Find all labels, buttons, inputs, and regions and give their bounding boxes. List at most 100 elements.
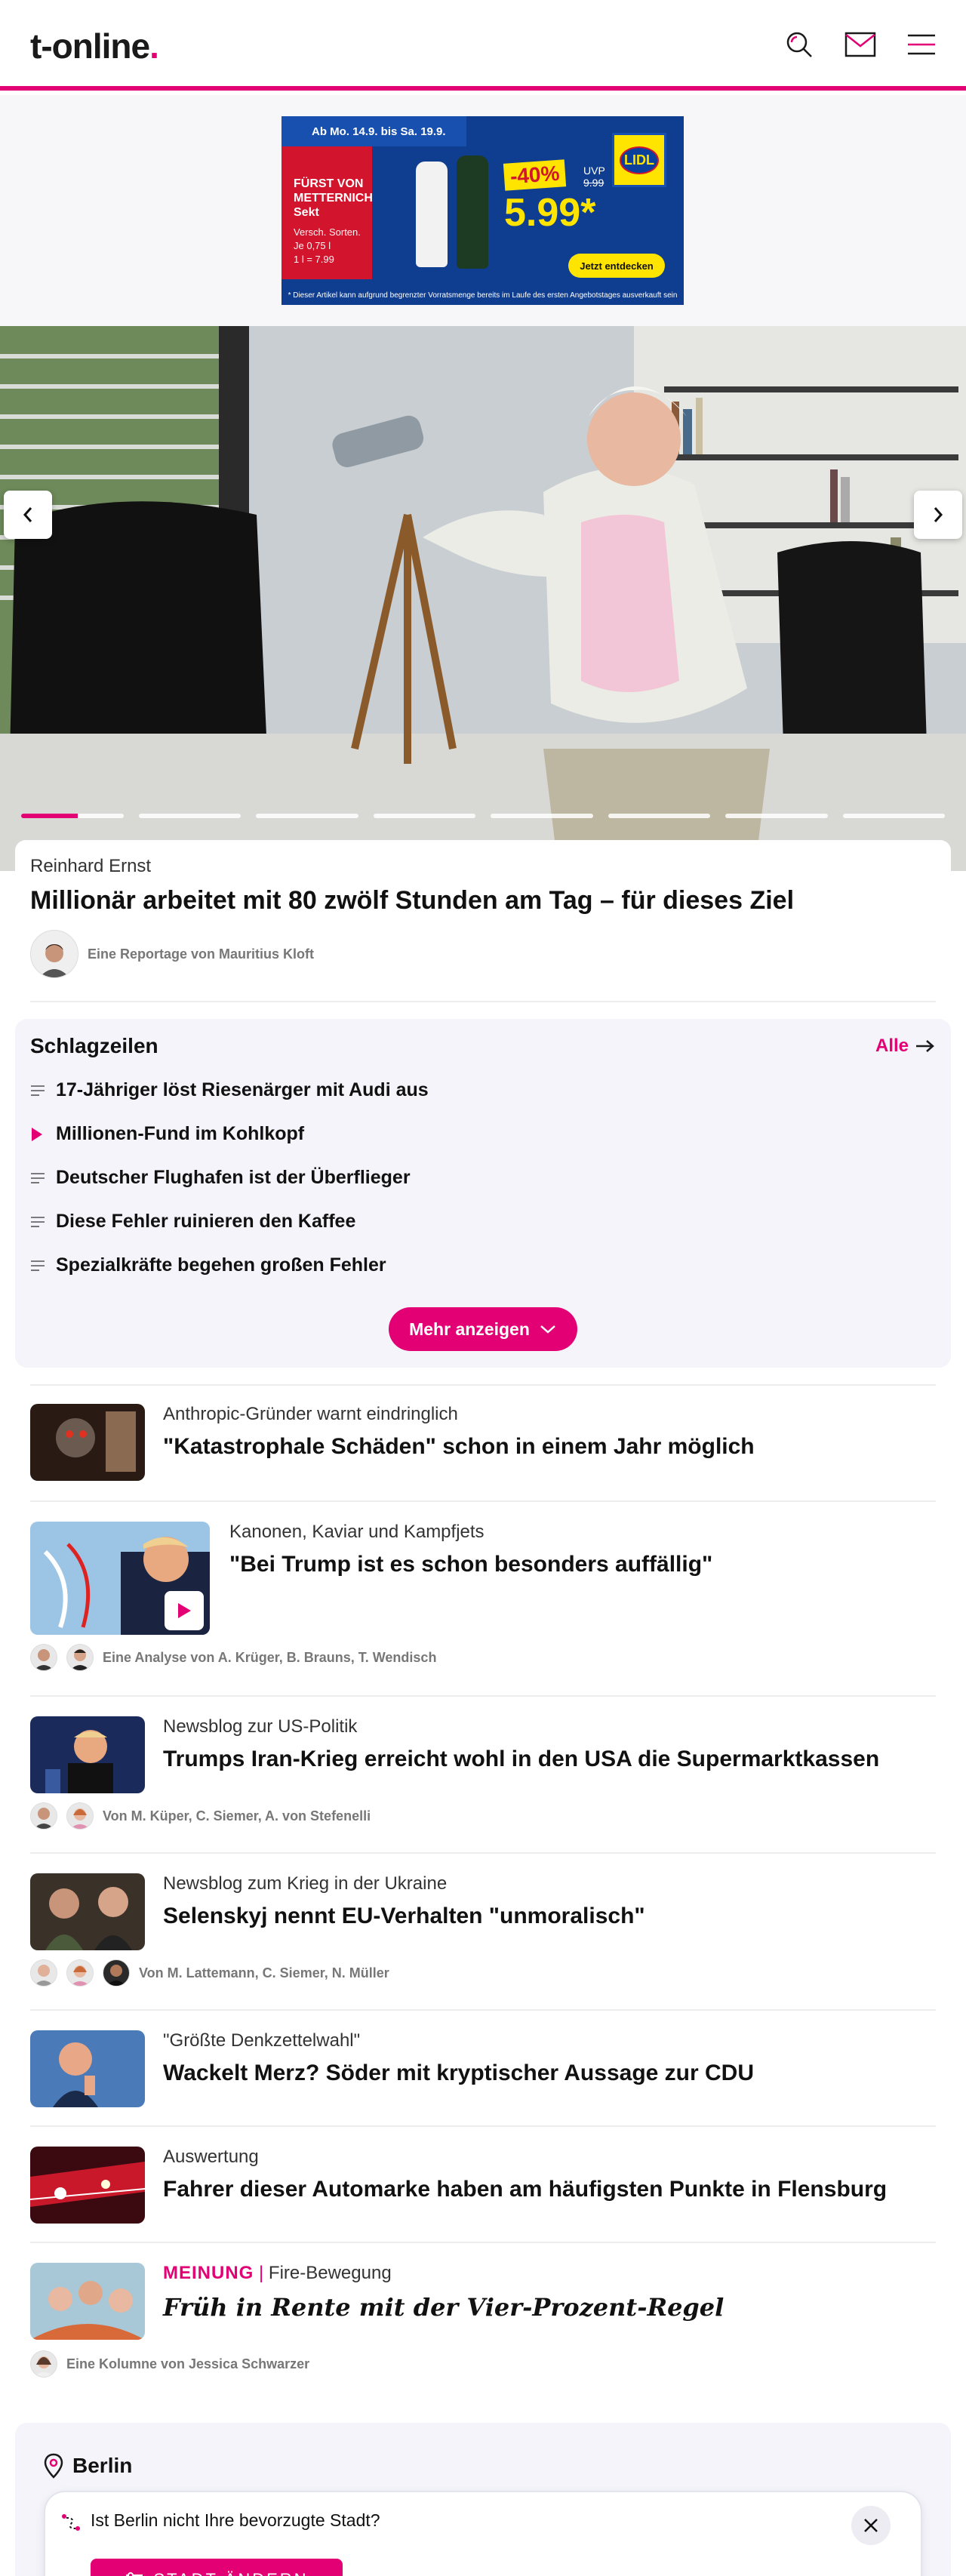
section-divider bbox=[30, 1852, 936, 1854]
headline-item[interactable]: Millionen-Fund im Kohlkopf bbox=[30, 1123, 304, 1145]
article-thumbnail bbox=[30, 1404, 145, 1481]
article-headline[interactable]: Trumps Iran-Krieg erreicht wohl in den U… bbox=[163, 1747, 879, 1772]
article-author-text: Von M. Küper, C. Siemer, A. von Stefenel… bbox=[103, 1808, 371, 1824]
ad-product-detail: Versch. Sorten. bbox=[294, 226, 361, 238]
article-teaser[interactable]: "Größte Denkzettelwahl" Wackelt Merz? Sö… bbox=[30, 2030, 936, 2107]
article-thumbnail bbox=[30, 1522, 210, 1635]
ad-cta-button[interactable]: Jetzt entdecken bbox=[568, 254, 665, 278]
article-thumbnail bbox=[30, 2030, 145, 2107]
hero-pagination-dot[interactable] bbox=[491, 814, 593, 818]
headline-item-label: Deutscher Flughafen ist der Überflieger bbox=[56, 1167, 411, 1188]
hero-author-row: Eine Reportage von Mauritius Kloft bbox=[30, 930, 314, 978]
article-author-row: Eine Kolumne von Jessica Schwarzer bbox=[30, 2350, 309, 2377]
article-headline[interactable]: Fahrer dieser Automarke haben am häufigs… bbox=[163, 2177, 887, 2202]
hero-image bbox=[0, 326, 966, 871]
t-online-logo[interactable]: t-online. bbox=[30, 26, 159, 66]
hero-author-text: Eine Reportage von Mauritius Kloft bbox=[88, 946, 315, 962]
headline-item-label: Diese Fehler ruinieren den Kaffee bbox=[56, 1211, 356, 1232]
mehr-anzeigen-button[interactable]: Mehr anzeigen bbox=[389, 1307, 577, 1351]
kicker-separator: | bbox=[259, 2263, 264, 2283]
headline-item[interactable]: Spezialkräfte begehen großen Fehler bbox=[30, 1254, 386, 1276]
author-avatar bbox=[30, 1644, 57, 1671]
hero-pagination-dot[interactable] bbox=[373, 814, 475, 818]
section-divider bbox=[30, 2125, 936, 2127]
site-header: t-online. bbox=[0, 0, 966, 91]
article-teaser[interactable]: Auswertung Fahrer dieser Automarke haben… bbox=[30, 2147, 936, 2224]
hero-prev-button[interactable] bbox=[4, 491, 52, 539]
author-avatar bbox=[66, 1644, 94, 1671]
article-headline[interactable]: Wackelt Merz? Söder mit kryptischer Auss… bbox=[163, 2060, 754, 2086]
slide-progress-fill bbox=[21, 814, 78, 818]
hero-pagination-dot[interactable] bbox=[256, 814, 358, 818]
headline-item[interactable]: Diese Fehler ruinieren den Kaffee bbox=[30, 1211, 355, 1233]
hero-slider[interactable] bbox=[0, 326, 966, 871]
article-author-text: Eine Analyse von A. Krüger, B. Brauns, T… bbox=[103, 1649, 437, 1665]
close-popup-button[interactable] bbox=[851, 2506, 891, 2545]
headline-item[interactable]: 17-Jähriger löst Riesenärger mit Audi au… bbox=[30, 1079, 429, 1101]
author-avatar bbox=[30, 2350, 57, 2377]
article-kicker: Auswertung bbox=[163, 2147, 259, 2167]
ad-uvp: UVP 9.99 bbox=[583, 165, 605, 189]
article-headline[interactable]: Früh in Rente mit der Vier-Prozent-Regel bbox=[163, 2293, 724, 2322]
article-teaser[interactable]: Kanonen, Kaviar und Kampfjets "Bei Trump… bbox=[30, 1522, 936, 1673]
headline-item-label: Millionen-Fund im Kohlkopf bbox=[56, 1123, 305, 1144]
white-bottle-image bbox=[416, 162, 448, 267]
hero-next-button[interactable] bbox=[914, 491, 962, 539]
schlagzeilen-box: Schlagzeilen Alle 17-Jähriger löst Riese… bbox=[15, 1019, 951, 1368]
hero-kicker: Reinhard Ernst bbox=[30, 856, 152, 876]
advertisement-area: Ab Mo. 14.9. bis Sa. 19.9. FÜRST VON MET… bbox=[0, 95, 966, 326]
ad-product-detail: 1 l = 7.99 bbox=[294, 254, 334, 265]
section-divider bbox=[30, 1384, 936, 1386]
article-kicker: Newsblog zum Krieg in der Ukraine bbox=[163, 1873, 448, 1894]
close-icon bbox=[864, 2519, 878, 2532]
text-lines-icon bbox=[30, 1084, 45, 1097]
hero-pagination-dot[interactable] bbox=[21, 814, 124, 818]
article-author-text: Von M. Lattemann, C. Siemer, N. Müller bbox=[139, 1965, 389, 1980]
hero-pagination-dot[interactable] bbox=[608, 814, 710, 818]
article-teaser[interactable]: Anthropic-Gründer warnt eindringlich "Ka… bbox=[30, 1404, 936, 1481]
hero-pagination-dot[interactable] bbox=[138, 814, 241, 818]
play-icon bbox=[178, 1603, 191, 1618]
ad-discount: -40% bbox=[503, 159, 567, 191]
headline-item[interactable]: Deutscher Flughafen ist der Überflieger bbox=[30, 1167, 411, 1189]
city-change-prompt: Ist Berlin nicht Ihre bevorzugte Stadt? bbox=[91, 2510, 380, 2530]
article-headline[interactable]: "Bei Trump ist es schon besonders auffäl… bbox=[229, 1552, 712, 1577]
article-headline[interactable]: Selenskyj nennt EU-Verhalten "unmoralisc… bbox=[163, 1904, 645, 1929]
hero-pagination-dot[interactable] bbox=[842, 814, 945, 818]
video-play-button[interactable] bbox=[165, 1591, 204, 1630]
menu-icon[interactable] bbox=[904, 27, 939, 62]
alle-link[interactable]: Alle bbox=[875, 1036, 936, 1057]
section-divider bbox=[30, 1500, 936, 1502]
article-teaser[interactable]: MEINUNG | Fire-Bewegung Früh in Rente mi… bbox=[30, 2263, 936, 2384]
article-author-row: Eine Analyse von A. Krüger, B. Brauns, T… bbox=[30, 1644, 436, 1671]
text-lines-icon bbox=[30, 1215, 45, 1229]
hero-headline[interactable]: Millionär arbeitet mit 80 zwölf Stunden … bbox=[30, 886, 794, 916]
chevron-left-icon bbox=[23, 507, 32, 522]
hero-pagination-dot[interactable] bbox=[725, 814, 828, 818]
article-kicker-text: Fire-Bewegung bbox=[268, 2263, 392, 2283]
article-author-row: Von M. Lattemann, C. Siemer, N. Müller bbox=[30, 1959, 389, 1987]
mail-icon[interactable] bbox=[843, 27, 878, 62]
lidl-logo: LIDL bbox=[612, 133, 666, 187]
article-kicker: MEINUNG | Fire-Bewegung bbox=[163, 2263, 392, 2284]
article-kicker: "Größte Denkzettelwahl" bbox=[163, 2030, 361, 2051]
author-avatar bbox=[30, 1959, 57, 1987]
article-author-text: Eine Kolumne von Jessica Schwarzer bbox=[66, 2356, 310, 2371]
article-headline[interactable]: "Katastrophale Schäden" schon in einem J… bbox=[163, 1434, 755, 1460]
article-teaser[interactable]: Newsblog zur US-Politik Trumps Iran-Krie… bbox=[30, 1716, 936, 1849]
ad-product-panel: FÜRST VON METTERNICH Sekt Versch. Sorten… bbox=[281, 146, 373, 279]
city-change-popup: Ist Berlin nicht Ihre bevorzugte Stadt? … bbox=[45, 2492, 921, 2576]
green-bottle-image bbox=[457, 155, 488, 269]
search-icon[interactable] bbox=[782, 27, 817, 62]
stadt-aendern-button[interactable]: STADT ÄNDERN bbox=[91, 2559, 343, 2576]
article-kicker: Anthropic-Gründer warnt eindringlich bbox=[163, 1404, 458, 1424]
article-author-row: Von M. Küper, C. Siemer, A. von Stefenel… bbox=[30, 1802, 371, 1830]
settings-sliders-icon bbox=[126, 2572, 143, 2576]
berlin-title: Berlin bbox=[44, 2453, 132, 2479]
play-icon bbox=[30, 1126, 45, 1143]
ad-price: 5.99* bbox=[504, 191, 596, 235]
ad-date-range: Ab Mo. 14.9. bis Sa. 19.9. bbox=[281, 116, 466, 146]
lidl-ad-banner[interactable]: Ab Mo. 14.9. bis Sa. 19.9. FÜRST VON MET… bbox=[281, 116, 684, 305]
article-teaser[interactable]: Newsblog zum Krieg in der Ukraine Selens… bbox=[30, 1873, 936, 2006]
location-pin-icon bbox=[44, 2453, 63, 2479]
